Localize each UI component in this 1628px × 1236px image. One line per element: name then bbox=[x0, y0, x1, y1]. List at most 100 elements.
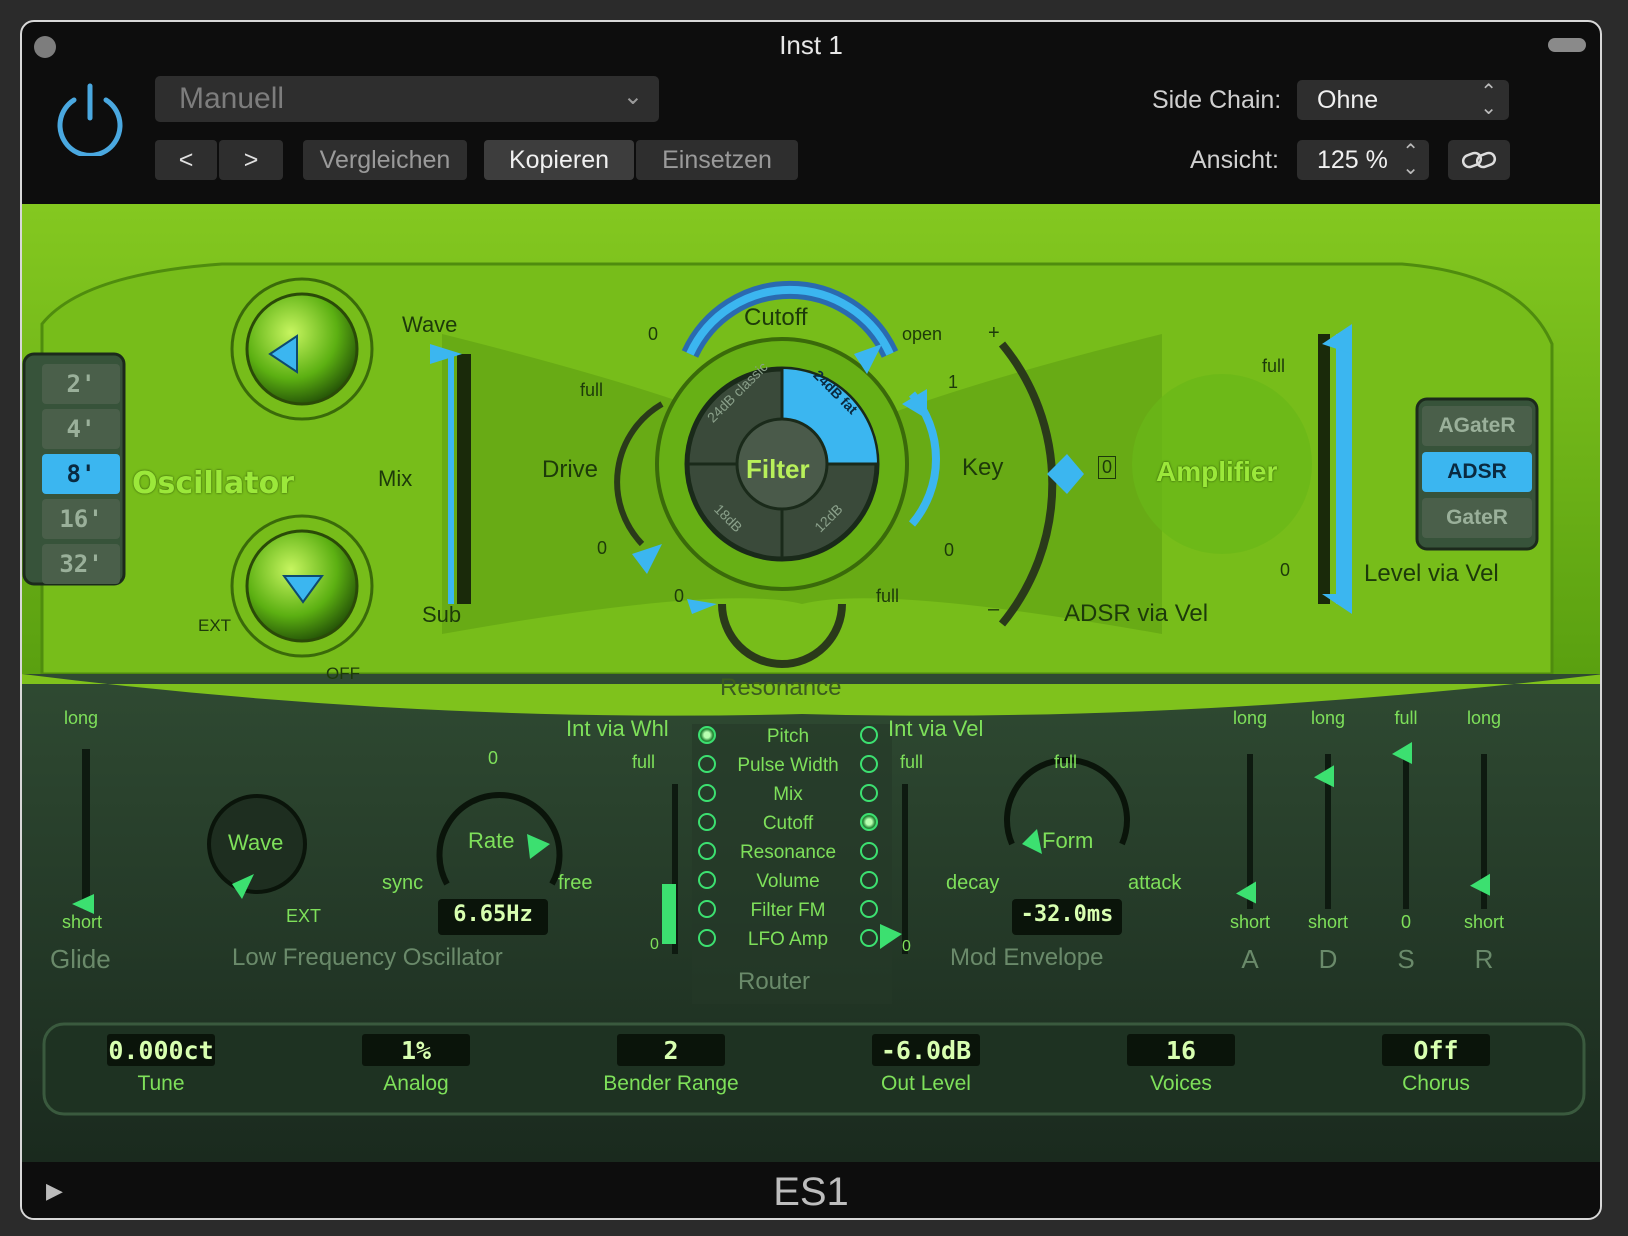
glide-long-label: long bbox=[64, 708, 99, 728]
amp-mode-button[interactable]: AGateR bbox=[1422, 406, 1532, 446]
resonance-zero-label: 0 bbox=[674, 586, 685, 606]
stepper-arrows-icon: ⌃ ⌄ bbox=[1402, 141, 1419, 179]
view-zoom-select[interactable]: 125 % ⌃ ⌄ bbox=[1297, 140, 1429, 180]
glide-title: Glide bbox=[50, 944, 111, 974]
router-env-radio[interactable] bbox=[860, 813, 878, 831]
link-button[interactable] bbox=[1448, 140, 1510, 180]
osc-ext-label: EXT bbox=[198, 616, 232, 635]
prev-preset-button[interactable]: < bbox=[155, 140, 217, 180]
amp-mode-button[interactable]: GateR bbox=[1422, 498, 1532, 538]
window-title: Inst 1 bbox=[779, 30, 843, 60]
int-vel-zero-label: 0 bbox=[902, 938, 911, 955]
router-env-radio[interactable] bbox=[860, 929, 878, 947]
power-button[interactable] bbox=[52, 80, 128, 158]
router-env-radio[interactable] bbox=[860, 784, 878, 802]
router-env-radio[interactable] bbox=[860, 871, 878, 889]
router-item-label: Pitch bbox=[766, 725, 810, 747]
plugin-name: ES1 bbox=[773, 1170, 849, 1214]
octave-button[interactable]: 8' bbox=[42, 454, 120, 494]
adsr-vel-plus-label: + bbox=[988, 322, 1000, 344]
plugin-window: Inst 1 Manuell ⌄ < > Vergleichen Kopiere… bbox=[20, 20, 1602, 1220]
adsr-top-label: long bbox=[1232, 708, 1268, 728]
drive-zero-label: 0 bbox=[597, 538, 608, 558]
compare-button[interactable]: Vergleichen bbox=[303, 140, 467, 180]
global-param-value[interactable]: Off bbox=[1382, 1034, 1490, 1066]
next-preset-button[interactable]: > bbox=[219, 140, 283, 180]
key-one-label: 1 bbox=[948, 372, 959, 392]
amp-mode-button[interactable]: ADSR bbox=[1422, 452, 1532, 492]
copy-button[interactable]: Kopieren bbox=[484, 140, 634, 180]
router-env-radio[interactable] bbox=[860, 842, 878, 860]
resonance-full-label: full bbox=[876, 586, 900, 606]
adsr-stage-label: A bbox=[1241, 944, 1259, 974]
form-value[interactable]: -32.0ms bbox=[1012, 902, 1122, 927]
router-item-label: Pulse Width bbox=[737, 754, 839, 776]
lfo-rate-value[interactable]: 6.65Hz bbox=[438, 902, 548, 927]
router-env-radio[interactable] bbox=[860, 900, 878, 918]
router-row: Pitch bbox=[698, 722, 878, 751]
osc-wave-label: Wave bbox=[402, 312, 458, 337]
mod-envelope-title: Mod Envelope bbox=[950, 944, 1104, 971]
router-lfo-radio[interactable] bbox=[698, 871, 716, 889]
int-via-vel-label: Int via Vel bbox=[888, 716, 984, 741]
router-item-label: Mix bbox=[773, 783, 803, 805]
router-lfo-radio[interactable] bbox=[698, 929, 716, 947]
adsr-stage-label: R bbox=[1474, 944, 1494, 974]
global-param-value[interactable]: 16 bbox=[1127, 1034, 1235, 1066]
global-param-value[interactable]: -6.0dB bbox=[872, 1034, 980, 1066]
global-param-label: Analog bbox=[383, 1072, 449, 1095]
drive-full-label: full bbox=[580, 380, 604, 400]
octave-button[interactable]: 2' bbox=[42, 364, 120, 404]
router-lfo-radio[interactable] bbox=[698, 900, 716, 918]
octave-button[interactable]: 4' bbox=[42, 409, 120, 449]
lfo-ext-label: EXT bbox=[286, 906, 322, 926]
int-via-whl-label: Int via Whl bbox=[566, 716, 669, 741]
adsr-labels: long short Along short Dfull 0 Slong short R bbox=[1222, 708, 1522, 974]
global-param-value[interactable]: 1% bbox=[362, 1034, 470, 1066]
preset-dropdown[interactable]: Manuell ⌄ bbox=[155, 76, 659, 122]
int-whl-zero-label: 0 bbox=[650, 936, 659, 953]
int-vel-full-label: full bbox=[900, 752, 924, 772]
router-row: Cutoff bbox=[698, 809, 878, 838]
resize-pill-icon[interactable] bbox=[1548, 38, 1586, 52]
router-lfo-radio[interactable] bbox=[698, 726, 716, 744]
osc-sub-label: Sub bbox=[422, 602, 462, 627]
router-row: Resonance bbox=[698, 838, 878, 867]
global-param-value[interactable]: 2 bbox=[617, 1034, 725, 1066]
link-icon bbox=[1461, 151, 1497, 169]
router-lfo-radio[interactable] bbox=[698, 755, 716, 773]
router-row: Mix bbox=[698, 780, 878, 809]
title-bar: Inst 1 bbox=[22, 22, 1600, 68]
octave-buttons: 2' 4' 8' 16' 32' bbox=[42, 364, 120, 589]
router-env-radio[interactable] bbox=[860, 755, 878, 773]
adsr-vel-minus-label: – bbox=[988, 598, 1000, 620]
attack-label: attack bbox=[1128, 872, 1182, 894]
glide-short-label: short bbox=[62, 912, 103, 932]
level-zero-label: 0 bbox=[1280, 560, 1291, 580]
osc-mix-label: Mix bbox=[378, 466, 413, 491]
router-row: LFO Amp bbox=[698, 925, 878, 954]
global-param-label: Out Level bbox=[881, 1072, 971, 1095]
adsr-vel-zero-label: 0 bbox=[1098, 456, 1117, 479]
adsr-top-label: long bbox=[1466, 708, 1502, 728]
resonance-label: Resonance bbox=[720, 674, 842, 701]
lfo-rate-label: Rate bbox=[468, 828, 515, 853]
paste-button[interactable]: Einsetzen bbox=[636, 140, 798, 180]
level-via-vel-label: Level via Vel bbox=[1364, 560, 1499, 587]
adsr-bottom-label: short bbox=[1307, 912, 1349, 932]
octave-button[interactable]: 16' bbox=[42, 499, 120, 539]
router-lfo-radio[interactable] bbox=[698, 813, 716, 831]
adsr-bottom-label: short bbox=[1229, 912, 1271, 932]
router-title: Router bbox=[738, 968, 811, 995]
cutoff-open-label: open bbox=[902, 324, 943, 344]
global-param-value[interactable]: 0.000ct bbox=[107, 1034, 215, 1066]
router-env-radio[interactable] bbox=[860, 726, 878, 744]
side-chain-select[interactable]: Ohne ⌃ ⌄ bbox=[1297, 80, 1509, 120]
octave-button[interactable]: 32' bbox=[42, 544, 120, 584]
adsr-via-vel-label: ADSR via Vel bbox=[1064, 600, 1209, 627]
view-zoom-value: 125 % bbox=[1317, 145, 1388, 174]
router-lfo-radio[interactable] bbox=[698, 842, 716, 860]
router-lfo-radio[interactable] bbox=[698, 784, 716, 802]
global-param-label: Chorus bbox=[1402, 1072, 1470, 1095]
filter-title[interactable]: Filter bbox=[746, 454, 810, 485]
